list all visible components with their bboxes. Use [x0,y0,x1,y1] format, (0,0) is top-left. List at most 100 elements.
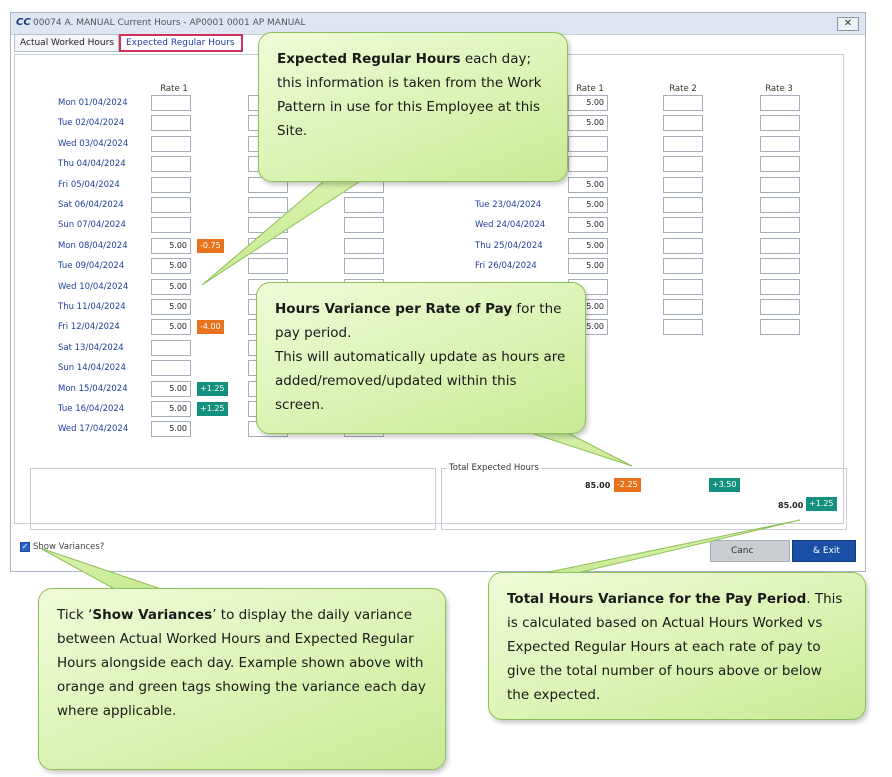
right-rate3-input[interactable] [760,95,800,111]
right-rate3-input[interactable] [760,217,800,233]
right-rate3-input[interactable] [760,115,800,131]
close-icon[interactable]: ✕ [837,17,859,31]
right-rate1-input[interactable] [568,136,608,152]
right-rate2-input[interactable] [663,136,703,152]
left-rate1-input[interactable]: 5.00 [151,421,191,437]
right-rate1-input[interactable]: 5.00 [568,258,608,274]
right-rate1-input[interactable]: 5.00 [568,197,608,213]
right-rate3-input[interactable] [760,177,800,193]
left-rate1-input[interactable] [151,360,191,376]
right-rate2-input[interactable] [663,279,703,295]
save-exit-button[interactable]: & Exit [792,540,856,562]
left-rate1-input[interactable]: 5.00 [151,258,191,274]
left-rate3-input[interactable] [344,197,384,213]
right-rate3-input[interactable] [760,279,800,295]
right-rate2-input[interactable] [663,217,703,233]
callout-show-pre: Tick ‘ [57,607,93,623]
callout-variance-text2: This will automatically update as hours … [275,349,566,413]
right-rate1-input[interactable]: 5.00 [568,177,608,193]
callout-show-bold: Show Variances [92,607,213,623]
left-row-date: Tue 16/04/2024 [58,404,125,414]
right-rate3-input[interactable] [760,197,800,213]
callout-total-text: . This is calculated based on Actual Hou… [507,591,843,703]
tab-actual-worked-hours[interactable]: Actual Worked Hours [14,34,119,52]
right-rate2-input[interactable] [663,238,703,254]
right-rate2-input[interactable] [663,95,703,111]
column-header-left-rate1: Rate 1 [160,84,188,94]
notes-panel [30,468,436,530]
left-row-date: Mon 15/04/2024 [58,384,128,394]
canvas: CC 00074 A. MANUAL Current Hours - AP000… [0,0,892,777]
callout-expected-bold: Expected Regular Hours [277,51,461,67]
right-rate3-input[interactable] [760,258,800,274]
right-rate2-input[interactable] [663,197,703,213]
left-rate3-input[interactable] [344,258,384,274]
left-rate1-input[interactable]: 5.00 [151,319,191,335]
app-logo-icon: CC [16,17,31,28]
right-rate3-input[interactable] [760,319,800,335]
right-rate1-input[interactable]: 5.00 [568,95,608,111]
left-rate1-input[interactable]: 5.00 [151,381,191,397]
column-header-right-rate3: Rate 3 [765,84,793,94]
left-row-date: Wed 17/04/2024 [58,424,129,434]
left-rate1-input[interactable] [151,115,191,131]
left-rate2-input[interactable] [248,238,288,254]
callout-total-bold: Total Hours Variance for the Pay Period [507,591,807,607]
right-rate1-input[interactable]: 5.00 [568,115,608,131]
left-rate3-input[interactable] [344,217,384,233]
right-row-date: Fri 26/04/2024 [475,261,537,271]
left-row-date: Tue 02/04/2024 [58,118,125,128]
rate2-total-variance-tag: +3.50 [709,478,740,492]
left-rate1-input[interactable] [151,136,191,152]
left-rate1-input[interactable] [151,95,191,111]
left-rate2-input[interactable] [248,258,288,274]
left-rate1-input[interactable]: 5.00 [151,279,191,295]
callout-total-variance: Total Hours Variance for the Pay Period.… [488,572,866,720]
callout-hours-variance: Hours Variance per Rate of Pay for the p… [256,282,586,434]
grand-total-variance-tag: +1.25 [806,497,837,511]
totals-panel: Total Expected Hours [441,463,847,530]
callout-expected-hours: Expected Regular Hours each day; this in… [258,32,568,182]
rate1-total: 85.00 [585,481,611,490]
show-variances-label: Show Variances? [33,542,105,552]
right-rate1-input[interactable] [568,156,608,172]
right-rate2-input[interactable] [663,156,703,172]
left-rate1-input[interactable] [151,177,191,193]
left-row-date: Thu 11/04/2024 [58,302,126,312]
left-rate3-input[interactable] [344,238,384,254]
right-rate2-input[interactable] [663,177,703,193]
left-rate2-input[interactable] [248,197,288,213]
left-rate2-input[interactable] [248,217,288,233]
left-rate1-input[interactable]: 5.00 [151,299,191,315]
right-rate2-input[interactable] [663,299,703,315]
right-rate3-input[interactable] [760,136,800,152]
cancel-button[interactable]: Canc [710,540,790,562]
left-row-date: Fri 05/04/2024 [58,180,120,190]
left-row-date: Sat 06/04/2024 [58,200,124,210]
left-rate1-input[interactable] [151,156,191,172]
left-row-date: Sat 13/04/2024 [58,343,124,353]
right-rate1-input[interactable]: 5.00 [568,238,608,254]
left-rate1-input[interactable] [151,197,191,213]
daily-variance-tag: +1.25 [197,402,228,416]
right-rate2-input[interactable] [663,319,703,335]
left-rate1-input[interactable] [151,217,191,233]
left-row-date: Wed 10/04/2024 [58,282,129,292]
left-rate1-input[interactable]: 5.00 [151,238,191,254]
right-row-date: Wed 24/04/2024 [475,220,546,230]
right-rate3-input[interactable] [760,299,800,315]
right-rate2-input[interactable] [663,115,703,131]
left-row-date: Tue 09/04/2024 [58,261,125,271]
right-rate1-input[interactable]: 5.00 [568,217,608,233]
tab-expected-regular-hours[interactable]: Expected Regular Hours [119,34,243,52]
show-variances-checkbox[interactable]: ✓ [20,542,30,552]
left-rate1-input[interactable]: 5.00 [151,401,191,417]
daily-variance-tag: -0.75 [197,239,224,253]
callout-variance-bold: Hours Variance per Rate of Pay [275,301,513,317]
callout-show-variances: Tick ‘Show Variances’ to display the dai… [38,588,446,770]
daily-variance-tag: -4.00 [197,320,224,334]
right-rate3-input[interactable] [760,156,800,172]
left-rate1-input[interactable] [151,340,191,356]
right-rate3-input[interactable] [760,238,800,254]
right-rate2-input[interactable] [663,258,703,274]
